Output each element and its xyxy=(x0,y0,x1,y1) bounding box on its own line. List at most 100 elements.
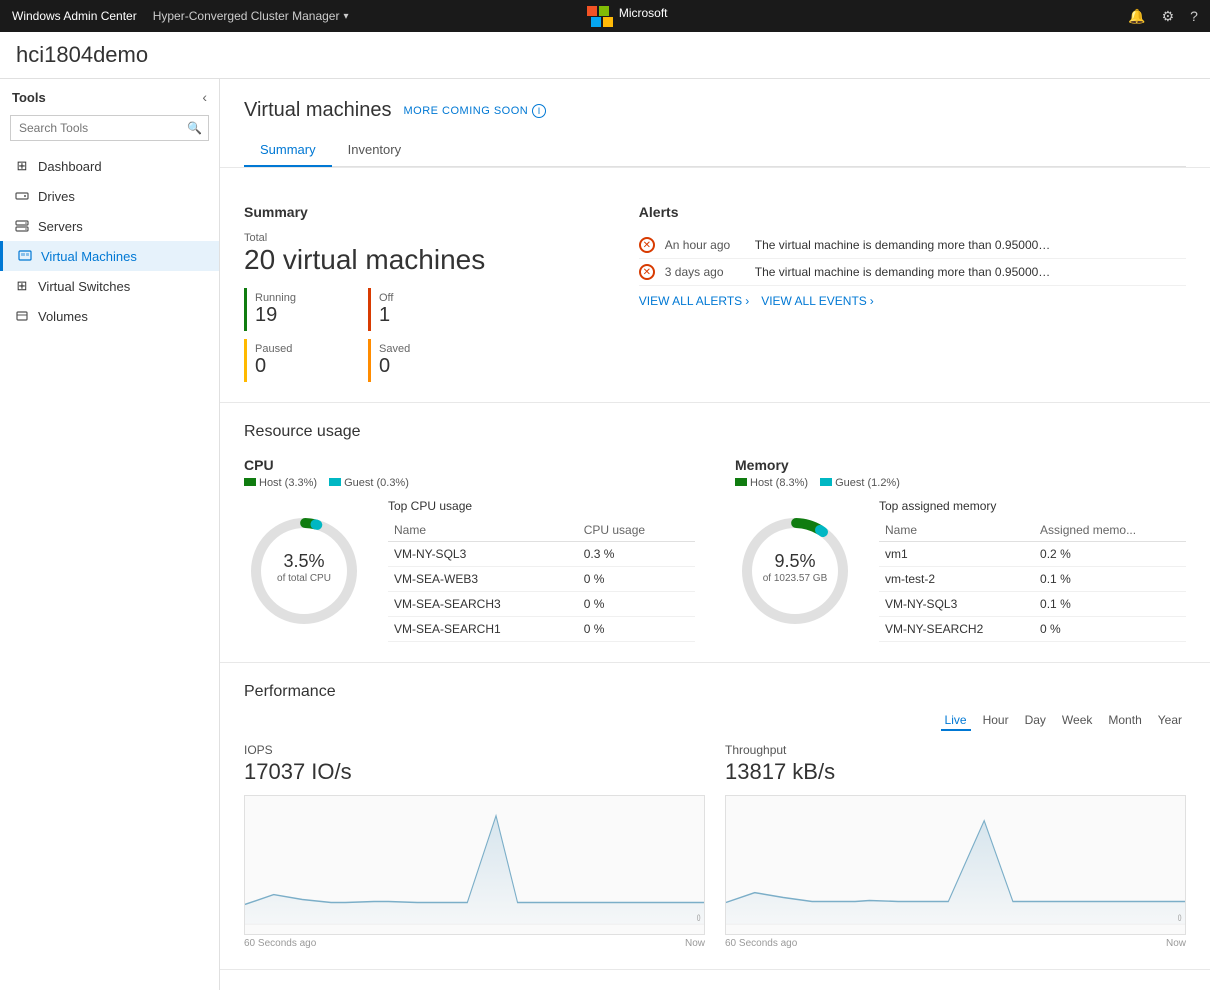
tab-inventory[interactable]: Inventory xyxy=(332,134,417,167)
memory-donut: 9.5% of 1023.57 GB xyxy=(735,511,855,631)
sidebar-item-dashboard[interactable]: ⊞ Dashboard xyxy=(0,151,219,181)
settings-icon[interactable]: ⚙ xyxy=(1162,8,1175,25)
view-all-events-link[interactable]: VIEW ALL EVENTS › xyxy=(761,294,874,308)
alerts-title: Alerts xyxy=(639,204,1186,220)
notification-icon[interactable]: 🔔 xyxy=(1128,8,1145,25)
alert-error-icon-2: ✕ xyxy=(639,264,655,280)
help-icon[interactable]: ? xyxy=(1190,8,1198,25)
alert-links: VIEW ALL ALERTS › VIEW ALL EVENTS › xyxy=(639,294,1186,308)
sidebar-item-virtual-machines[interactable]: Virtual Machines xyxy=(0,241,219,271)
mem-row: vm-test-20.1 % xyxy=(879,567,1186,592)
sidebar-item-volumes[interactable]: Volumes xyxy=(0,301,219,331)
memory-donut-container: 9.5% of 1023.57 GB Top assigned memory N xyxy=(735,499,1186,642)
resource-grid: CPU Host (3.3%) Guest (0.3%) xyxy=(244,457,1186,642)
vm-total-count: 20 virtual machines xyxy=(244,244,609,276)
iops-chart: 0 xyxy=(244,795,705,935)
memory-top-usage: Top assigned memory Name Assigned memo..… xyxy=(879,499,1186,642)
memory-heading: Memory xyxy=(735,457,1186,473)
topbar-brand: Windows Admin Center xyxy=(12,9,137,23)
app: hci1804demo Tools ‹ 🔍 ⊞ Dashboard xyxy=(0,32,1210,990)
search-box: 🔍 xyxy=(10,115,209,141)
cpu-col-usage: CPU usage xyxy=(578,519,695,542)
page-title: hci1804demo xyxy=(0,32,1210,79)
vm-header-section: Virtual machines MORE COMING SOON i Summ… xyxy=(220,79,1210,168)
alert-row-2: ✕ 3 days ago The virtual machine is dema… xyxy=(639,259,1186,286)
alert-row: ✕ An hour ago The virtual machine is dem… xyxy=(639,232,1186,259)
svg-text:of 1023.57 GB: of 1023.57 GB xyxy=(763,573,828,584)
mem-row: VM-NY-SQL30.1 % xyxy=(879,592,1186,617)
vm-icon xyxy=(17,248,33,264)
host-dot xyxy=(244,478,256,486)
drives-icon xyxy=(14,188,30,204)
alert-msg-1: The virtual machine is demanding more th… xyxy=(755,238,1055,252)
time-btn-day[interactable]: Day xyxy=(1021,711,1050,731)
sidebar-item-servers[interactable]: Servers xyxy=(0,211,219,241)
alert-time-2: 3 days ago xyxy=(665,265,745,279)
time-btn-live[interactable]: Live xyxy=(941,711,971,731)
content-area: Tools ‹ 🔍 ⊞ Dashboard Drives xyxy=(0,79,1210,990)
microsoft-logo: Microsoft xyxy=(587,6,668,27)
cpu-row: VM-NY-SQL30.3 % xyxy=(388,542,695,567)
sidebar-item-virtual-switches[interactable]: ⊞ Virtual Switches xyxy=(0,271,219,301)
topbar-app: Hyper-Converged Cluster Manager ▾ xyxy=(153,9,349,23)
vm-total-label: Total xyxy=(244,232,609,244)
info-icon: i xyxy=(532,104,546,118)
vm-stat-running: Running 19 xyxy=(244,288,360,331)
search-icon: 🔍 xyxy=(187,121,202,135)
cpu-col-name: Name xyxy=(388,519,578,542)
summary-left: Summary Total 20 virtual machines Runnin… xyxy=(244,204,609,382)
more-coming-soon-badge: MORE COMING SOON i xyxy=(403,104,546,118)
alert-error-icon: ✕ xyxy=(639,237,655,253)
throughput-value: 13817 kB/s xyxy=(725,759,1186,785)
throughput-chart: 0 xyxy=(725,795,1186,935)
mem-row: VM-NY-SEARCH20 % xyxy=(879,617,1186,642)
summary-right: Alerts ✕ An hour ago The virtual machine… xyxy=(639,204,1186,382)
topbar-icons: 🔔 ⚙ ? xyxy=(1128,8,1198,25)
time-btn-hour[interactable]: Hour xyxy=(979,711,1013,731)
svg-text:9.5%: 9.5% xyxy=(774,551,815,571)
time-btn-week[interactable]: Week xyxy=(1058,711,1096,731)
top-memory-label: Top assigned memory xyxy=(879,499,1186,513)
time-btn-year[interactable]: Year xyxy=(1154,711,1186,731)
sidebar-nav: ⊞ Dashboard Drives Servers xyxy=(0,151,219,331)
main-content: Virtual machines MORE COMING SOON i Summ… xyxy=(220,79,1210,990)
resource-usage-section: Resource usage CPU Host (3.3%) Guest (0.… xyxy=(220,403,1210,663)
servers-icon xyxy=(14,218,30,234)
cpu-donut-svg: 3.5% of total CPU xyxy=(244,511,364,631)
summary-title: Summary xyxy=(244,204,609,220)
memory-legend: Host (8.3%) Guest (1.2%) xyxy=(735,477,1186,489)
cpu-top-usage: Top CPU usage Name CPU usage xyxy=(388,499,695,642)
throughput-chart-svg: 0 xyxy=(726,796,1185,934)
sidebar-title: Tools xyxy=(12,90,46,105)
sidebar-collapse-button[interactable]: ‹ xyxy=(202,89,207,105)
alert-msg-2: The virtual machine is demanding more th… xyxy=(755,265,1055,279)
svg-text:0: 0 xyxy=(1178,913,1182,923)
cpu-legend: Host (3.3%) Guest (0.3%) xyxy=(244,477,695,489)
performance-title: Performance xyxy=(244,683,1186,701)
mem-host-dot xyxy=(735,478,747,486)
sidebar: Tools ‹ 🔍 ⊞ Dashboard Drives xyxy=(0,79,220,990)
tab-summary[interactable]: Summary xyxy=(244,134,332,167)
svg-text:3.5%: 3.5% xyxy=(283,551,324,571)
svg-text:0: 0 xyxy=(697,913,701,923)
performance-section: Performance Live Hour Day Week Month Yea… xyxy=(220,663,1210,970)
throughput-chart-time: 60 Seconds ago Now xyxy=(725,938,1186,949)
page-header: Virtual machines MORE COMING SOON i xyxy=(244,99,1186,122)
performance-charts: IOPS 17037 IO/s xyxy=(244,743,1186,949)
cpu-heading: CPU xyxy=(244,457,695,473)
virtual-switches-icon: ⊞ xyxy=(14,278,30,294)
cpu-donut-container: 3.5% of total CPU Top CPU usage Name xyxy=(244,499,695,642)
view-all-alerts-link[interactable]: VIEW ALL ALERTS › xyxy=(639,294,749,308)
iops-chart-col: IOPS 17037 IO/s xyxy=(244,743,705,949)
top-cpu-label: Top CPU usage xyxy=(388,499,695,513)
alert-time-1: An hour ago xyxy=(665,238,745,252)
vm-stats: Running 19 Off 1 Paused 0 xyxy=(244,288,484,382)
cpu-row: VM-SEA-SEARCH30 % xyxy=(388,592,695,617)
sidebar-item-drives[interactable]: Drives xyxy=(0,181,219,211)
vm-stat-saved: Saved 0 xyxy=(368,339,484,382)
time-btn-month[interactable]: Month xyxy=(1104,711,1145,731)
performance-time-controls: Live Hour Day Week Month Year xyxy=(244,711,1186,731)
cpu-column: CPU Host (3.3%) Guest (0.3%) xyxy=(244,457,695,642)
summary-grid: Summary Total 20 virtual machines Runnin… xyxy=(244,188,1186,382)
search-input[interactable] xyxy=(10,115,209,141)
